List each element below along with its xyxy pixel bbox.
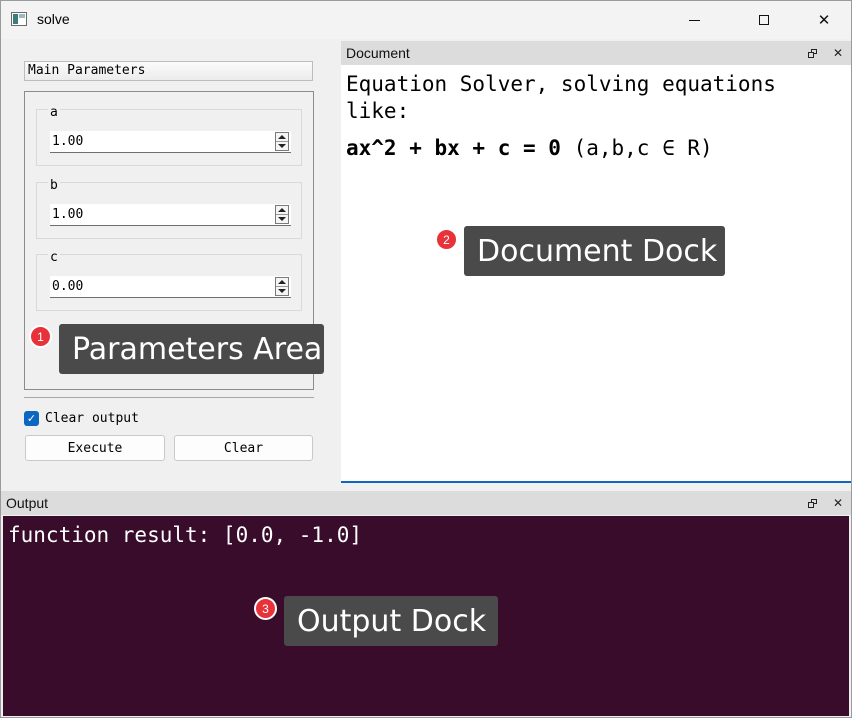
- param-a-value[interactable]: 1.00: [52, 134, 83, 149]
- param-c-value[interactable]: 0.00: [52, 279, 83, 294]
- main-parameters-header: Main Parameters: [24, 61, 313, 81]
- float-window-icon: [808, 48, 818, 58]
- arrow-down-icon: [278, 144, 286, 148]
- document-dock-titlebar[interactable]: Document ✕: [341, 41, 851, 65]
- annotation-document-dock: Document Dock: [464, 226, 725, 276]
- param-c-decrement[interactable]: [276, 287, 288, 295]
- param-c-increment[interactable]: [276, 278, 288, 287]
- main-window: solve ✕ Main Parameters a 1.00 b 1.00 c …: [0, 0, 852, 718]
- document-equation-line: ax^2 + bx + c = 0 (a,b,c ∈ R): [346, 135, 713, 162]
- output-text: function result: [0.0, -1.0]: [8, 523, 363, 547]
- annotation-output-dock: Output Dock: [284, 596, 498, 646]
- close-icon: ✕: [832, 496, 844, 510]
- param-c-label: c: [48, 250, 60, 265]
- document-description: Equation Solver, solving equations like:: [346, 72, 776, 123]
- param-b-stepper[interactable]: [275, 205, 289, 224]
- clear-button[interactable]: Clear: [174, 435, 313, 461]
- execute-button[interactable]: Execute: [25, 435, 165, 461]
- annotation-badge-2: 2: [435, 228, 458, 251]
- close-button[interactable]: ✕: [801, 1, 847, 39]
- annotation-parameters-area: Parameters Area: [59, 324, 324, 374]
- param-c-stepper[interactable]: [275, 277, 289, 296]
- param-b-group: b 1.00: [36, 178, 302, 239]
- parameters-area: Main Parameters a 1.00 b 1.00 c 0.00 ✓ C…: [1, 39, 339, 489]
- param-a-group: a 1.00: [36, 105, 302, 166]
- arrow-up-icon: [278, 280, 286, 284]
- maximize-icon: [759, 15, 769, 25]
- maximize-button[interactable]: [741, 1, 787, 39]
- document-equation: ax^2 + bx + c = 0: [346, 136, 561, 160]
- output-dock-titlebar[interactable]: Output ✕: [1, 491, 851, 515]
- param-a-decrement[interactable]: [276, 142, 288, 150]
- param-a-increment[interactable]: [276, 133, 288, 142]
- arrow-down-icon: [278, 289, 286, 293]
- param-c-group: c 0.00: [36, 250, 302, 311]
- title-bar[interactable]: solve ✕: [1, 1, 851, 39]
- minimize-icon: [688, 19, 700, 21]
- param-b-value[interactable]: 1.00: [52, 207, 83, 222]
- param-b-label: b: [48, 178, 60, 193]
- arrow-down-icon: [278, 217, 286, 221]
- float-window-icon: [808, 498, 818, 508]
- arrow-up-icon: [278, 135, 286, 139]
- app-icon: [11, 12, 27, 26]
- output-dock-close-button[interactable]: ✕: [829, 494, 847, 512]
- document-dock-close-button[interactable]: ✕: [829, 44, 847, 62]
- param-b-decrement[interactable]: [276, 215, 288, 223]
- param-a-label: a: [48, 105, 60, 120]
- param-b-increment[interactable]: [276, 206, 288, 215]
- document-dock-float-button[interactable]: [804, 44, 822, 62]
- param-b-spinbox[interactable]: 1.00: [50, 204, 291, 226]
- clear-output-checkbox-row[interactable]: ✓ Clear output: [24, 409, 139, 427]
- param-c-spinbox[interactable]: 0.00: [50, 276, 291, 298]
- close-icon: ✕: [817, 11, 831, 29]
- window-title: solve: [37, 11, 70, 27]
- param-a-stepper[interactable]: [275, 132, 289, 151]
- checkmark-icon: ✓: [26, 411, 37, 425]
- minimize-button[interactable]: [671, 1, 717, 39]
- annotation-badge-1: 1: [29, 325, 52, 348]
- param-a-spinbox[interactable]: 1.00: [50, 131, 291, 153]
- document-dock-title: Document: [346, 45, 410, 61]
- annotation-badge-3: 3: [254, 597, 277, 620]
- close-icon: ✕: [832, 46, 844, 60]
- output-dock-title: Output: [6, 495, 49, 511]
- clear-output-label[interactable]: Clear output: [45, 411, 139, 426]
- output-dock-float-button[interactable]: [804, 494, 822, 512]
- document-domain: (a,b,c ∈ R): [573, 136, 713, 160]
- arrow-up-icon: [278, 208, 286, 212]
- clear-output-checkbox[interactable]: ✓: [24, 410, 39, 426]
- separator: [24, 397, 314, 398]
